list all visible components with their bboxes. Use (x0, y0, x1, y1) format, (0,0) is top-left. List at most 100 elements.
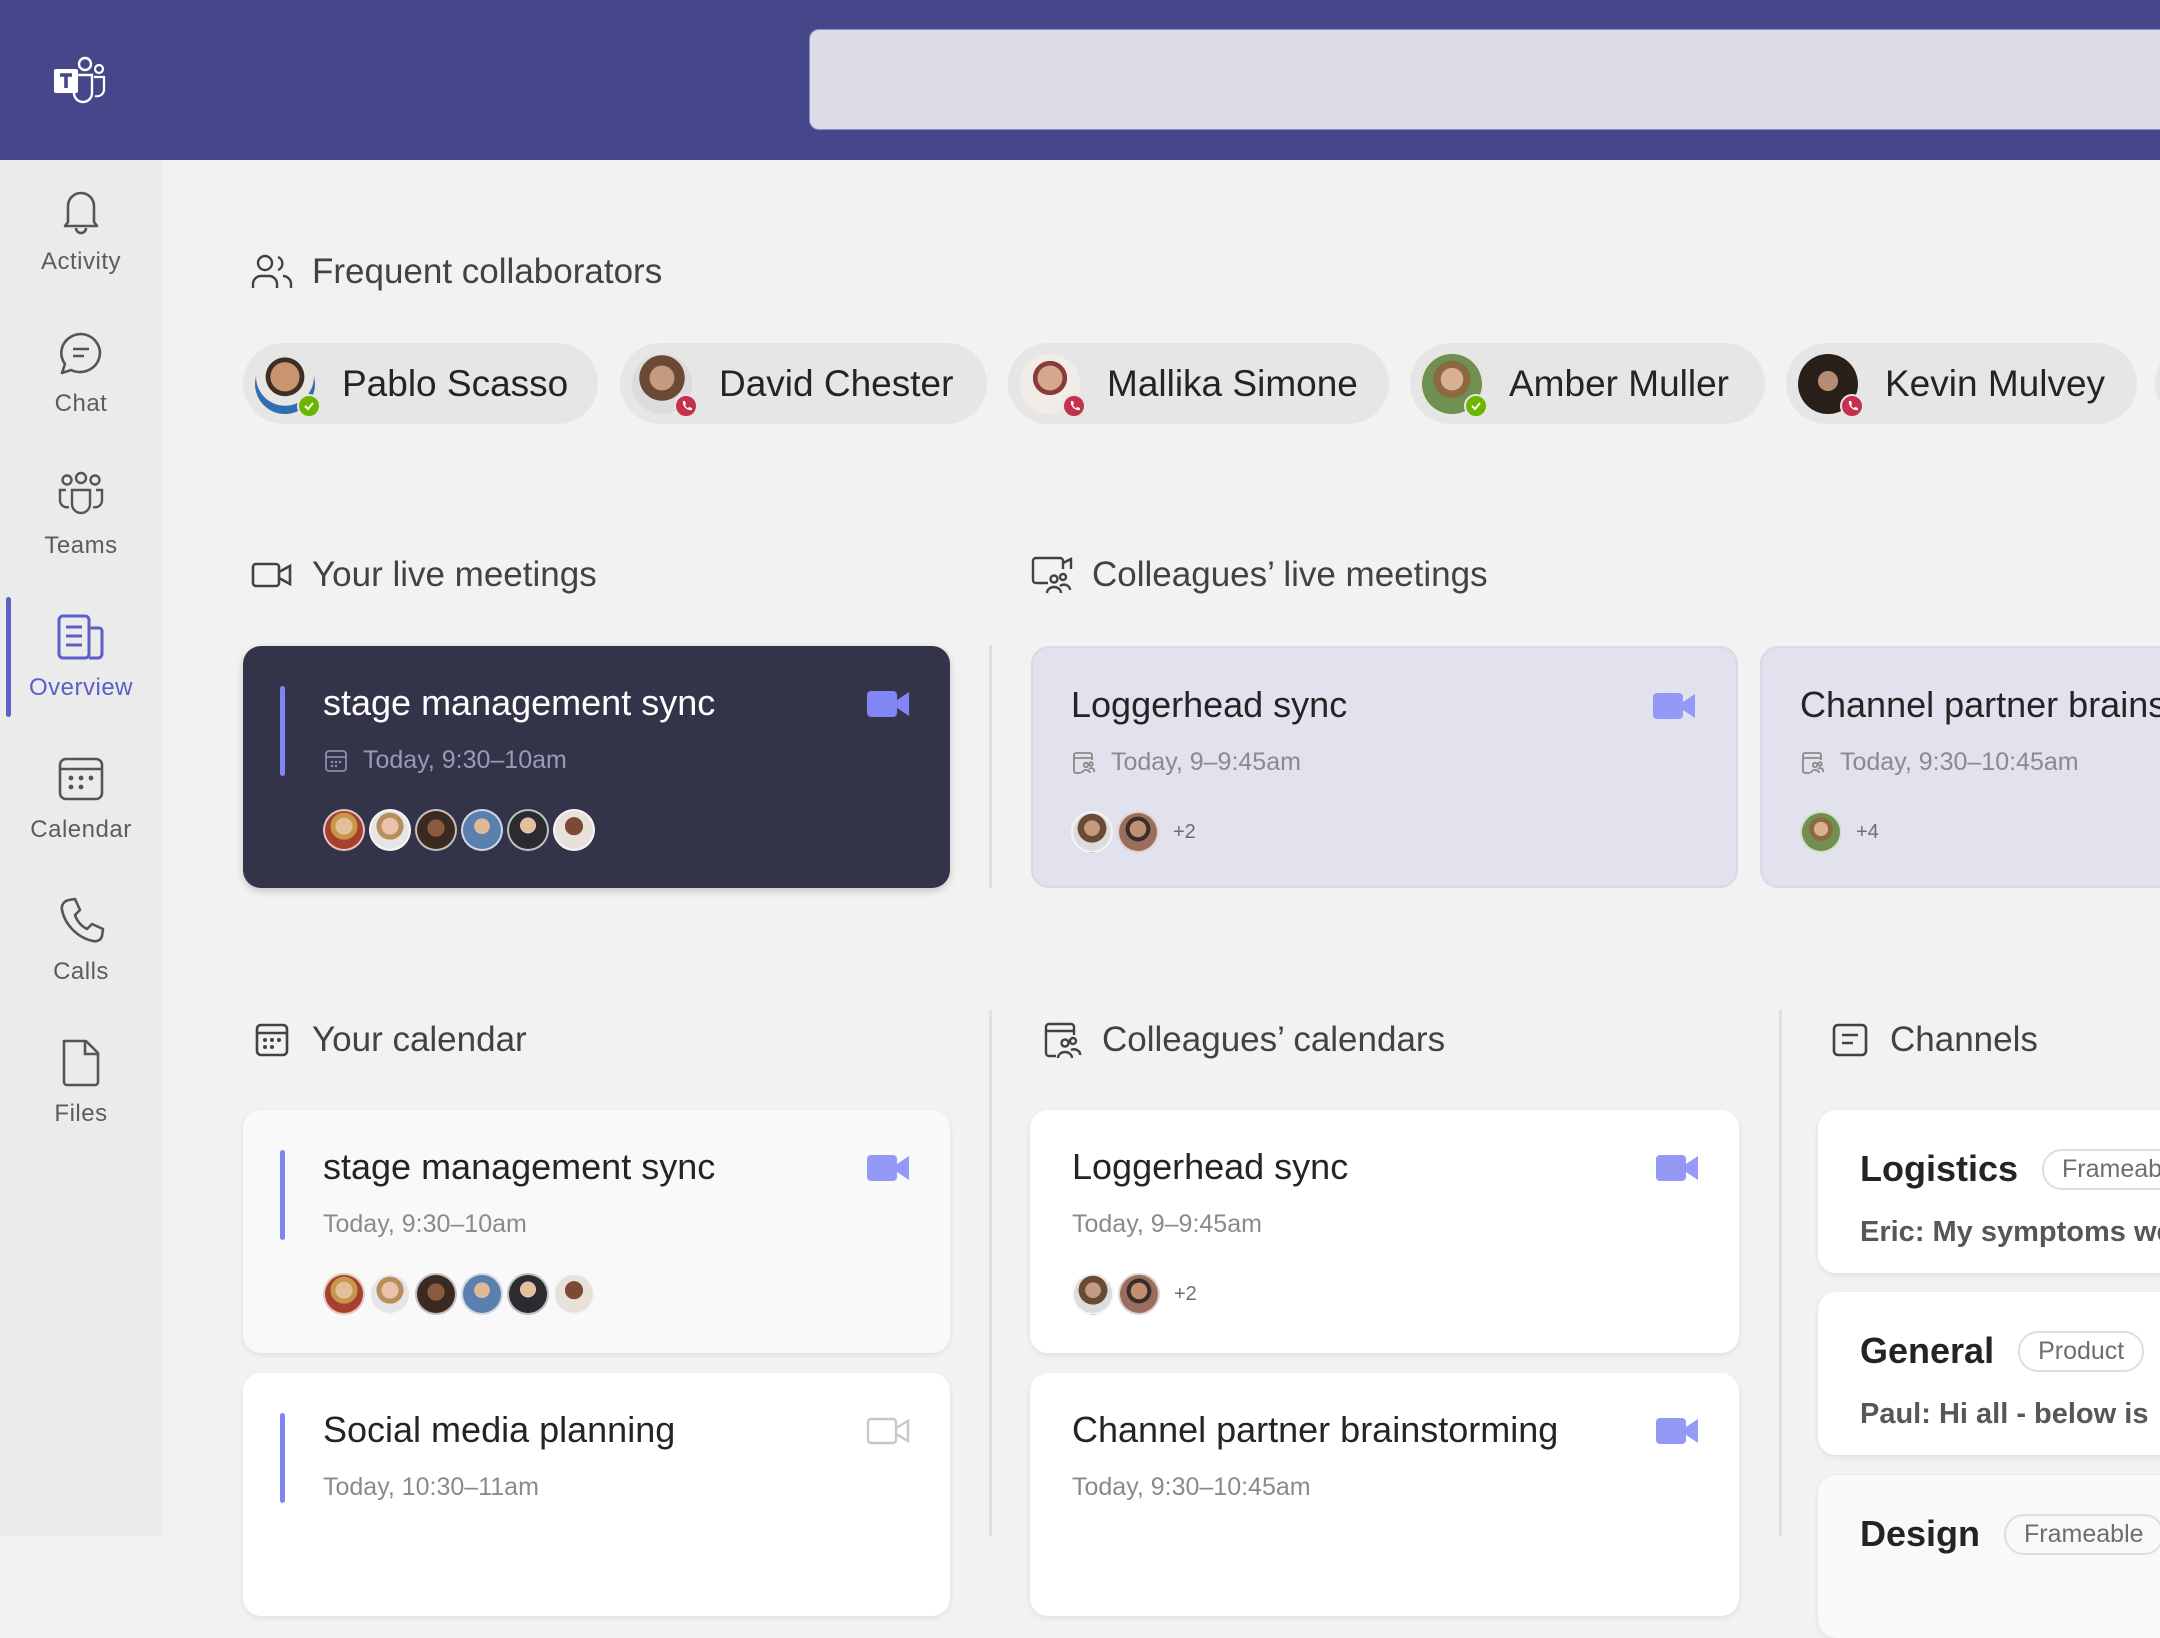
section-heading-collaborators: Frequent collaborators (250, 247, 662, 297)
live-meeting-card[interactable]: stage management sync Today, 9:30–10am (243, 646, 950, 888)
calendar-event-card[interactable]: Social media planning Today, 10:30–11am (243, 1373, 950, 1616)
avatar (369, 809, 411, 851)
search-input[interactable] (809, 29, 2160, 130)
avatar (461, 809, 503, 851)
column-divider (1779, 1010, 1782, 1536)
section-heading-your-calendar: Your calendar (250, 1015, 527, 1065)
phone-icon (60, 897, 105, 943)
colleague-live-meeting-card[interactable]: Loggerhead sync Today, 9–9:45am +2 (1031, 646, 1738, 888)
video-camera-icon[interactable] (866, 1152, 910, 1184)
video-camera-icon[interactable] (1652, 690, 1696, 722)
people-icon (251, 254, 293, 288)
teams-logo-icon[interactable] (52, 55, 108, 105)
meeting-time: Today, 9:30–10am (363, 746, 567, 774)
channel-last-message: Paul: Hi all - below is (1860, 1398, 2149, 1430)
collaborator-chip[interactable] (2155, 343, 2160, 424)
avatar (553, 1273, 595, 1315)
colleague-calendar-event-card[interactable]: Loggerhead sync Today, 9–9:45am +2 (1030, 1110, 1739, 1353)
channel-name: Design (1860, 1513, 1981, 1554)
calendar-event-card[interactable]: stage management sync Today, 9:30–10am (243, 1110, 950, 1353)
team-tag: Frameable (2004, 1513, 2160, 1555)
collaborator-chip[interactable]: Pablo Scasso (243, 343, 598, 424)
avatar (553, 809, 595, 851)
top-bar (0, 0, 2160, 160)
avatar (632, 353, 698, 418)
section-heading-colleagues-live-meetings: Colleagues’ live meetings (1030, 550, 1488, 600)
sidebar-item-label: Calendar (30, 816, 132, 843)
colleague-live-meeting-card[interactable]: Channel partner brainstorming Today, 9:3… (1760, 646, 2160, 888)
section-heading-channels: Channels (1828, 1015, 2038, 1065)
available-status-icon (297, 393, 321, 418)
avatar (323, 1273, 365, 1315)
sidebar-item-label: Overview (28, 674, 134, 701)
avatar (1117, 811, 1159, 853)
avatar (1118, 1273, 1160, 1315)
collaborator-chip[interactable]: David Chester (620, 343, 987, 424)
accent-bar (280, 1150, 285, 1240)
in-call-status-icon (1840, 393, 1864, 418)
video-camera-icon[interactable] (1655, 1415, 1699, 1447)
colleagues-video-icon (1031, 556, 1073, 594)
calendar-icon (325, 749, 347, 772)
overview-document-icon (57, 614, 104, 660)
sidebar-item-teams[interactable]: Teams (0, 444, 162, 574)
sidebar-item-calendar[interactable]: Calendar (0, 728, 162, 858)
meeting-time: Today, 9:30–10:45am (1072, 1473, 1311, 1501)
avatar (1020, 353, 1086, 418)
colleagues-calendar-icon (1073, 751, 1096, 774)
sidebar-item-label: Chat (54, 390, 108, 417)
column-divider (989, 1010, 992, 1536)
video-camera-outline-icon[interactable] (866, 1415, 910, 1447)
meeting-time: Today, 9:30–10am (323, 1210, 527, 1238)
attendee-avatars (323, 1273, 599, 1315)
sidebar-item-overview[interactable]: Overview (0, 586, 162, 716)
attendee-avatars: +4 (1800, 811, 1879, 853)
sidebar-item-label: Files (54, 1100, 108, 1127)
available-status-icon (1464, 393, 1488, 418)
team-tag: Product (2018, 1330, 2145, 1372)
extra-attendees-count: +4 (1856, 820, 1879, 843)
sidebar-item-calls[interactable]: Calls (0, 870, 162, 1000)
channel-last-message: Eric: My symptoms were (1860, 1216, 2160, 1248)
collaborator-chip[interactable]: Amber Muller (1410, 343, 1765, 424)
teams-people-icon (58, 471, 104, 515)
colleague-calendar-event-card[interactable]: Channel partner brainstorming Today, 9:3… (1030, 1373, 1739, 1616)
avatar (1422, 353, 1488, 418)
accent-bar (280, 1413, 285, 1503)
video-camera-icon[interactable] (1655, 1152, 1699, 1184)
meeting-time: Today, 9–9:45am (1111, 748, 1301, 776)
accent-bar (280, 686, 285, 776)
section-heading-your-live-meetings: Your live meetings (250, 550, 597, 600)
video-camera-icon (251, 562, 292, 588)
sidebar-item-label: Activity (40, 248, 121, 275)
team-tag: Frameable (2042, 1148, 2160, 1190)
sidebar-item-label: Teams (44, 532, 118, 559)
channel-list-icon (1832, 1023, 1868, 1057)
collaborator-chip[interactable]: Mallika Simone (1008, 343, 1389, 424)
video-camera-icon[interactable] (866, 688, 910, 720)
column-divider (989, 645, 992, 888)
collaborator-chip[interactable]: Kevin Mulvey (1786, 343, 2137, 424)
channel-name: General (1860, 1330, 1995, 1371)
attendee-avatars (323, 809, 599, 851)
avatar (1072, 1273, 1114, 1315)
avatar (507, 809, 549, 851)
sidebar-item-files[interactable]: Files (0, 1012, 162, 1142)
sidebar-item-chat[interactable]: Chat (0, 302, 162, 432)
file-icon (62, 1039, 100, 1087)
avatar (255, 353, 321, 418)
bell-icon (63, 191, 99, 235)
meeting-time: Today, 10:30–11am (323, 1473, 539, 1501)
meeting-time: Today, 9:30–10:45am (1840, 748, 2079, 776)
calendar-icon (255, 1023, 289, 1057)
attendee-avatars: +2 (1071, 811, 1196, 853)
channel-card[interactable]: Design Frameable (1818, 1475, 2160, 1638)
channel-card[interactable]: General Product Paul: Hi all - below is (1818, 1292, 2160, 1455)
extra-attendees-count: +2 (1173, 820, 1196, 843)
colleagues-calendar-icon (1802, 751, 1825, 774)
calendar-icon (58, 757, 104, 801)
avatar (1798, 353, 1864, 418)
channel-card[interactable]: Logistics Frameable Eric: My symptoms we… (1818, 1110, 2160, 1273)
sidebar-item-activity[interactable]: Activity (0, 160, 162, 290)
avatar (461, 1273, 503, 1315)
